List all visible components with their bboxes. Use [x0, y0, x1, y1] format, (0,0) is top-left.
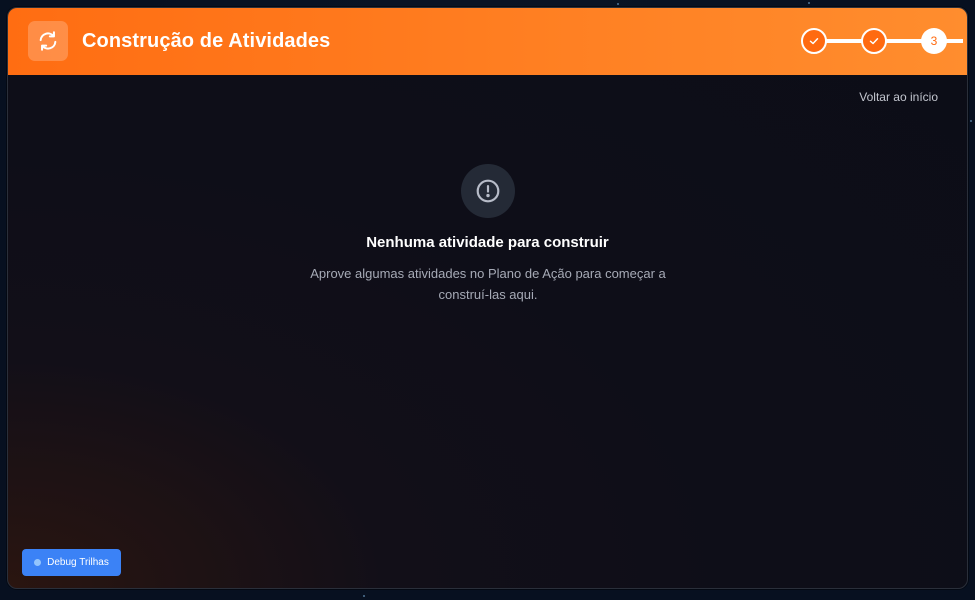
- step-3-current: 3: [921, 28, 947, 54]
- header-bar: Construção de Atividades 3: [8, 8, 967, 75]
- page-title: Construção de Atividades: [82, 30, 331, 52]
- back-to-start-link[interactable]: Voltar ao início: [859, 90, 938, 104]
- background-star: [970, 120, 972, 122]
- step-1-completed: [801, 28, 827, 54]
- empty-state-title: Nenhuma atividade para construir: [366, 234, 609, 251]
- debug-button-label: Debug Trilhas: [47, 557, 109, 568]
- progress-stepper: 3: [801, 28, 963, 54]
- app-background: Construção de Atividades 3 Voltar ao iní…: [0, 0, 975, 600]
- background-star: [617, 3, 619, 5]
- background-star: [808, 2, 810, 4]
- refresh-icon: [28, 21, 68, 61]
- alert-circle-icon: [461, 164, 515, 218]
- stepper-connector: [825, 39, 865, 43]
- check-icon: [809, 38, 819, 45]
- check-icon: [869, 38, 879, 45]
- empty-state-description: Aprove algumas atividades no Plano de Aç…: [310, 266, 666, 302]
- debug-trilhas-button[interactable]: Debug Trilhas: [22, 549, 121, 576]
- background-star: [363, 595, 365, 597]
- activity-builder-window: Construção de Atividades 3 Voltar ao iní…: [7, 7, 968, 589]
- status-dot-icon: [34, 559, 42, 566]
- stepper-connector: [885, 39, 923, 43]
- step-2-completed: [861, 28, 887, 54]
